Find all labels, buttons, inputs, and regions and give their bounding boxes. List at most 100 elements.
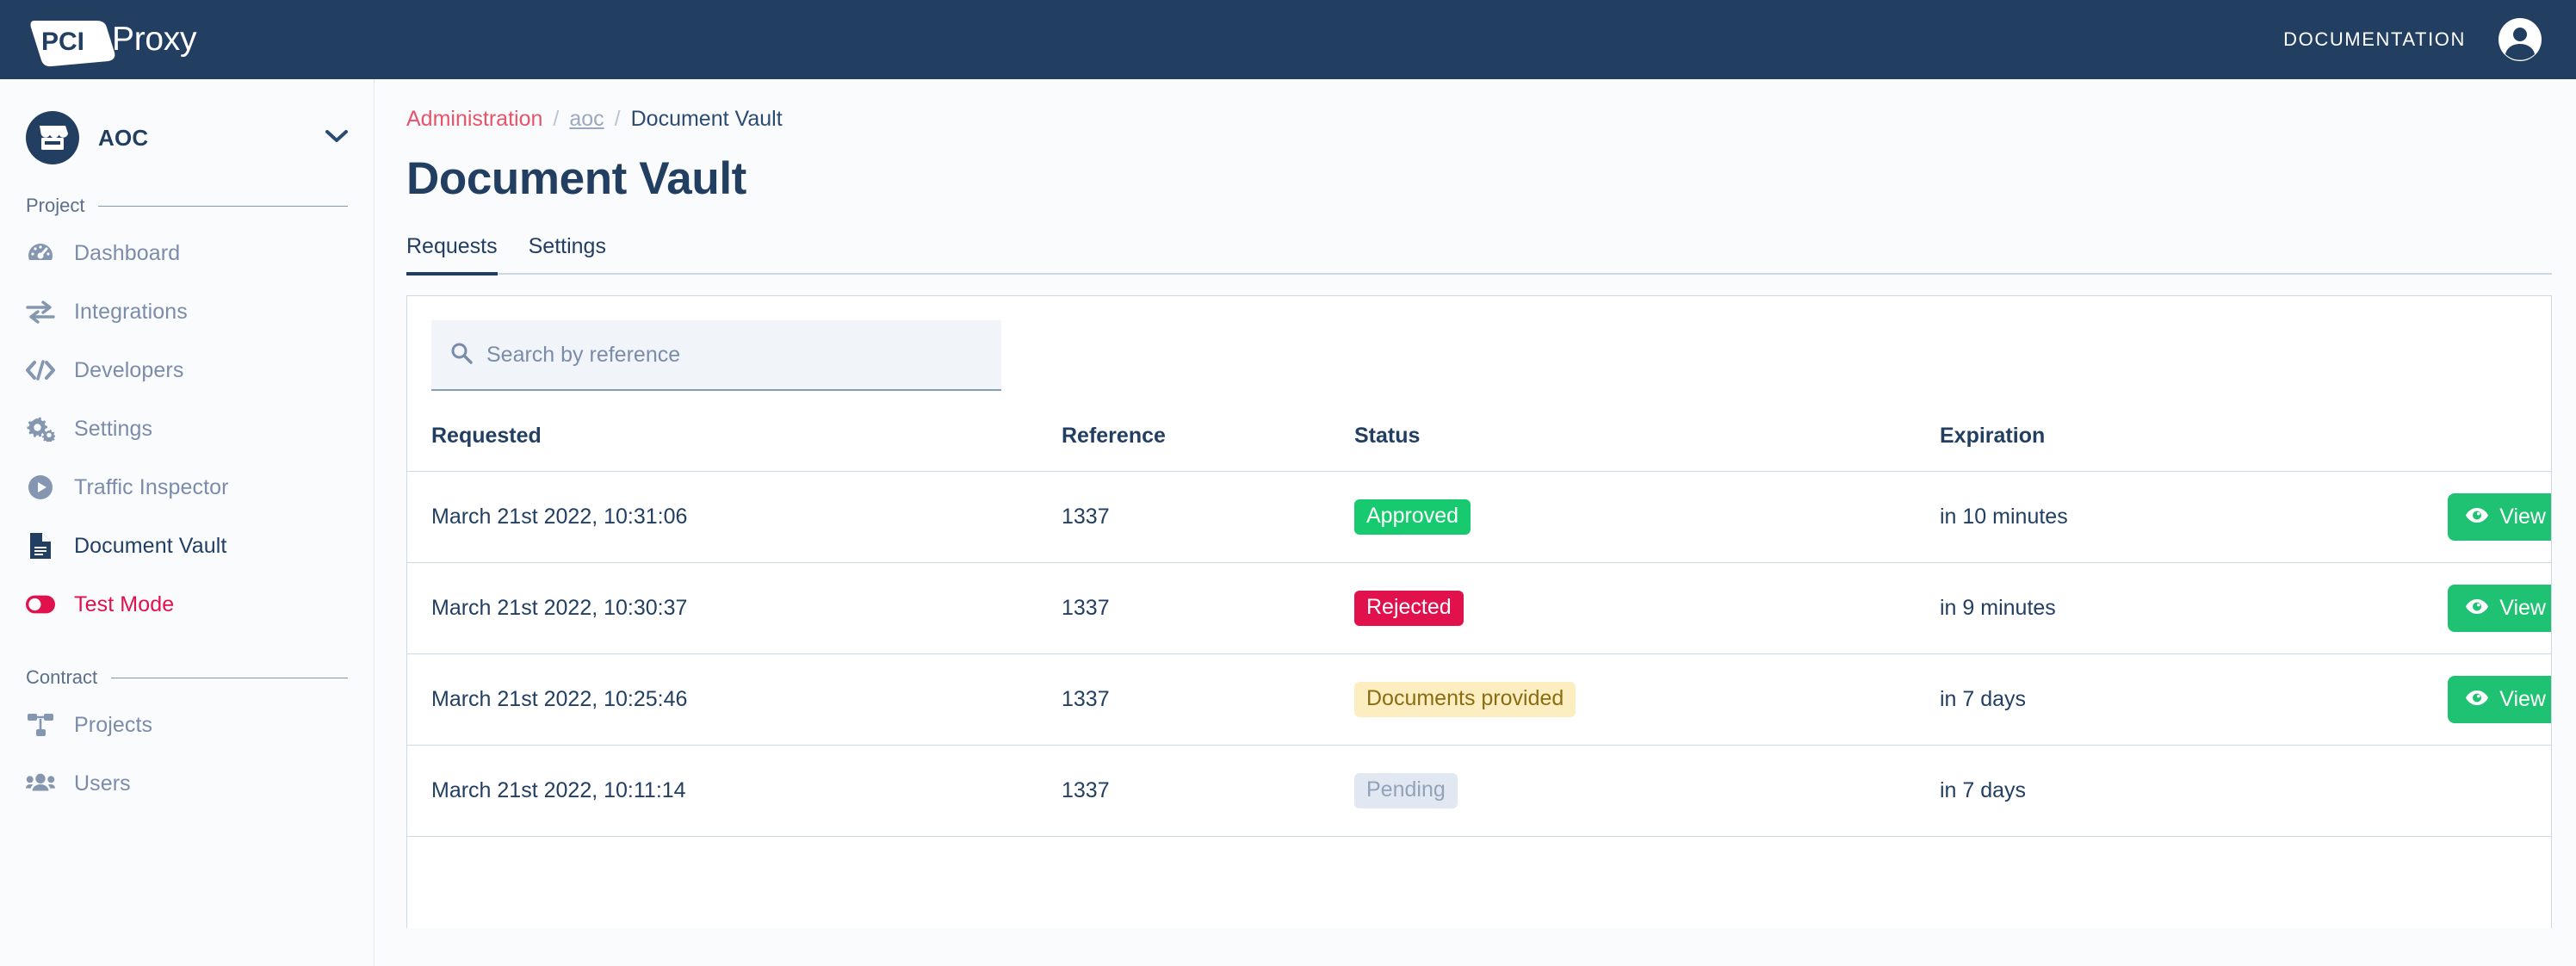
cell-reference: 1337 — [1062, 562, 1354, 654]
cell-reference: 1337 — [1062, 745, 1354, 837]
requests-table: Requested Reference Status Expiration Ma… — [407, 424, 2551, 928]
status-badge: Documents provided — [1354, 682, 1576, 717]
cell-action: View — [2422, 471, 2551, 563]
eye-icon — [2465, 687, 2489, 712]
cell-status: Pending — [1354, 745, 1940, 837]
sidebar-item-label: Settings — [74, 416, 153, 441]
sidebar-item-developers[interactable]: Developers — [0, 341, 374, 399]
gears-icon — [26, 414, 55, 443]
cell-expiration — [1940, 836, 2422, 928]
table-row[interactable]: March 21st 2022, 10:25:46 1337 Documents… — [407, 653, 2551, 746]
cell-action — [2422, 836, 2551, 928]
sidebar-item-label: Integrations — [74, 299, 188, 324]
sidebar-item-label: Test Mode — [74, 591, 175, 616]
brand-logo[interactable]: PCI Proxy — [29, 15, 197, 67]
header-right-group: DOCUMENTATION — [2283, 18, 2542, 61]
sidebar-item-settings[interactable]: Settings — [0, 399, 374, 458]
cell-action: View — [2422, 562, 2551, 654]
cell-expiration: in 7 days — [1940, 653, 2422, 746]
cell-action — [2422, 745, 2551, 837]
cell-status — [1354, 836, 1940, 928]
document-icon — [26, 531, 55, 560]
column-header-requested: Requested — [431, 424, 542, 448]
cell-requested: March 21st 2022, 10:11:14 — [407, 745, 1062, 837]
breadcrumb-current: Document Vault — [630, 107, 783, 131]
table-row[interactable]: March 21st 2022, 10:30:37 1337 Rejected … — [407, 562, 2551, 654]
cell-status: Approved — [1354, 471, 1940, 563]
cell-expiration: in 10 minutes — [1940, 471, 2422, 563]
sidebar-item-document-vault[interactable]: Document Vault — [0, 517, 374, 575]
view-button[interactable]: View — [2448, 585, 2551, 632]
sidebar: AOC Project Dashboard Integrations Devel… — [0, 79, 375, 966]
column-header-expiration: Expiration — [1940, 424, 2046, 448]
status-badge: Pending — [1354, 773, 1458, 808]
breadcrumb-separator: / — [553, 107, 560, 131]
view-button[interactable]: View — [2448, 676, 2551, 723]
page-title: Document Vault — [406, 153, 746, 204]
view-button-label: View — [2499, 505, 2546, 529]
table-row[interactable]: March 21st 2022, 10:31:06 1337 Approved … — [407, 471, 2551, 563]
sidebar-item-projects[interactable]: Projects — [0, 696, 374, 754]
chevron-down-icon[interactable] — [325, 129, 348, 147]
avatar-glyph — [2499, 18, 2542, 61]
cell-expiration: in 7 days — [1940, 745, 2422, 837]
table-body: March 21st 2022, 10:31:06 1337 Approved … — [407, 471, 2551, 928]
cell-requested — [407, 836, 1062, 928]
table-row[interactable]: March 21st 2022, 10:11:14 1337 Pending i… — [407, 745, 2551, 837]
brand-logo-word: Proxy — [112, 21, 197, 58]
breadcrumb: Administration / aoc / Document Vault — [406, 107, 2576, 132]
code-brackets-icon — [26, 356, 55, 385]
sidebar-section-label: Project — [26, 195, 85, 216]
project-selector[interactable]: AOC — [0, 103, 374, 172]
search-row: Search by reference — [407, 296, 2551, 391]
pci-logo-mark: PCI — [29, 15, 119, 67]
main-content: Administration / aoc / Document Vault Do… — [375, 79, 2576, 966]
sidebar-item-dashboard[interactable]: Dashboard — [0, 224, 374, 282]
sidebar-item-label: Users — [74, 771, 131, 796]
sidebar-item-label: Projects — [74, 712, 153, 737]
breadcrumb-root[interactable]: Administration — [406, 107, 542, 132]
sidebar-item-users[interactable]: Users — [0, 754, 374, 813]
table-row[interactable] — [407, 836, 2551, 928]
view-button[interactable]: View — [2448, 493, 2551, 541]
cell-requested: March 21st 2022, 10:30:37 — [407, 562, 1062, 654]
cell-requested: March 21st 2022, 10:31:06 — [407, 471, 1062, 563]
table-header-row: Requested Reference Status Expiration — [407, 424, 2551, 472]
cell-requested: March 21st 2022, 10:25:46 — [407, 653, 1062, 746]
breadcrumb-separator: / — [614, 107, 621, 131]
sidebar-item-label: Dashboard — [74, 240, 181, 265]
cell-status: Documents provided — [1354, 653, 1940, 746]
dashboard-gauge-icon — [26, 238, 55, 268]
user-avatar-icon[interactable] — [2499, 18, 2542, 61]
eye-icon — [2465, 505, 2489, 529]
sidebar-item-integrations[interactable]: Integrations — [0, 282, 374, 341]
sidebar-item-label: Traffic Inspector — [74, 474, 229, 499]
sitemap-icon — [26, 710, 55, 740]
status-badge: Rejected — [1354, 591, 1464, 626]
table-head: Requested Reference Status Expiration — [407, 424, 2551, 472]
eye-icon — [2465, 596, 2489, 621]
project-name: AOC — [98, 124, 149, 151]
view-button-label: View — [2499, 596, 2546, 620]
sidebar-item-test-mode[interactable]: Test Mode — [0, 575, 374, 634]
cell-expiration: in 9 minutes — [1940, 562, 2422, 654]
cell-reference: 1337 — [1062, 471, 1354, 563]
search-input[interactable]: Search by reference — [431, 320, 1001, 391]
tab-requests[interactable]: Requests — [406, 234, 513, 276]
tab-bar: Requests Settings — [406, 234, 2552, 276]
cell-status: Rejected — [1354, 562, 1940, 654]
tab-settings[interactable]: Settings — [513, 234, 622, 273]
cell-reference: 1337 — [1062, 653, 1354, 746]
cell-action: View — [2422, 653, 2551, 746]
documentation-link[interactable]: DOCUMENTATION — [2283, 28, 2466, 51]
play-circle-icon — [26, 473, 55, 502]
sidebar-section-label: Contract — [26, 666, 98, 688]
toggle-off-icon[interactable] — [26, 590, 55, 619]
column-header-action — [2422, 424, 2551, 472]
sidebar-item-traffic-inspector[interactable]: Traffic Inspector — [0, 458, 374, 517]
sidebar-section-contract: Contract — [0, 666, 374, 689]
requests-card: Search by reference Requested Reference … — [406, 295, 2552, 928]
sidebar-section-project: Project — [0, 195, 374, 217]
breadcrumb-project[interactable]: aoc — [569, 107, 604, 132]
section-divider — [98, 205, 348, 207]
